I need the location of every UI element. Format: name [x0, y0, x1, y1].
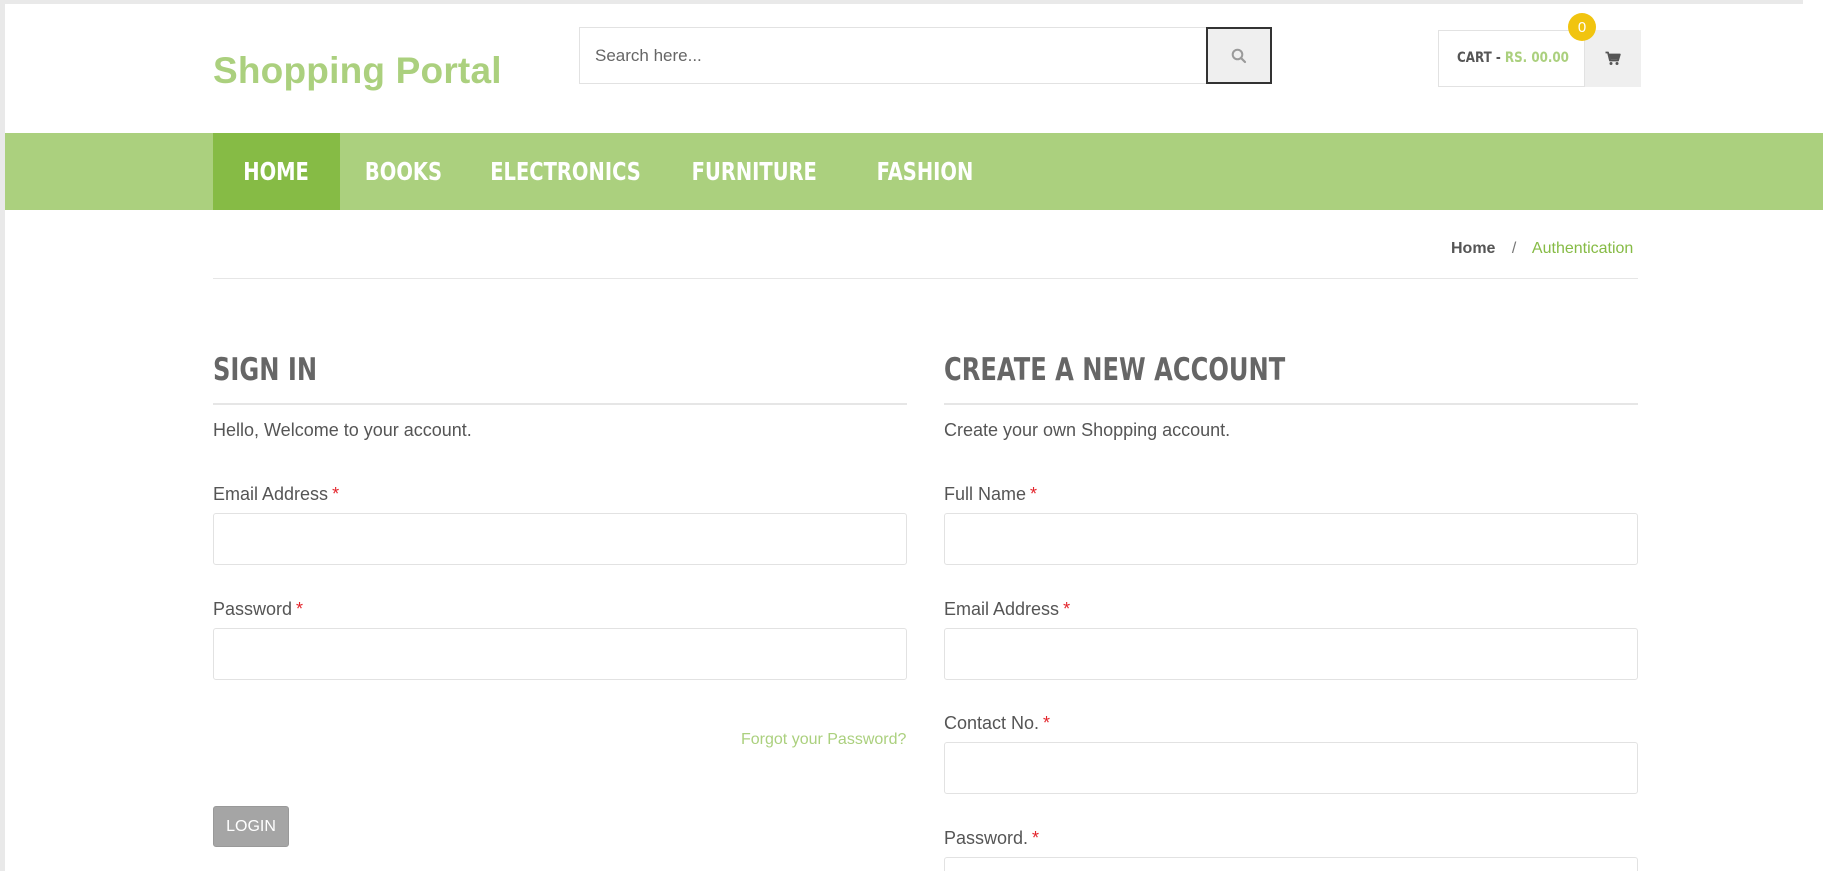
nav-item-furniture[interactable]: FURNITURE — [665, 133, 843, 210]
nav-item-label: ELECTRONICS — [490, 157, 642, 186]
register-fullname-field[interactable] — [944, 513, 1638, 565]
register-fullname-label: Full Name * — [944, 484, 1037, 505]
breadcrumb: Home / Authentication — [1451, 240, 1633, 258]
signin-email-label-text: Email Address — [213, 484, 329, 504]
signin-divider — [213, 403, 907, 405]
cart-amount: RS. 00.00 — [1504, 50, 1569, 66]
breadcrumb-home-link[interactable]: Home — [1451, 240, 1495, 257]
cart-label: CART - RS. 00.00 — [1457, 50, 1569, 66]
register-divider — [944, 403, 1638, 405]
register-contact-field[interactable] — [944, 742, 1638, 794]
breadcrumb-current: Authentication — [1531, 240, 1634, 257]
shopping-cart-icon — [1605, 51, 1621, 65]
forgot-password-link[interactable]: Forgot your Password? — [741, 731, 906, 749]
required-mark: * — [1063, 599, 1071, 619]
nav-item-books[interactable]: BOOKS — [340, 133, 467, 210]
register-subtitle: Create your own Shopping account. — [944, 420, 1231, 440]
nav-item-label: HOME — [243, 157, 310, 186]
left-border — [0, 0, 5, 871]
login-button[interactable]: LOGIN — [213, 806, 289, 847]
site-logo[interactable]: Shopping Portal — [213, 50, 502, 92]
register-contact-label: Contact No. * — [944, 713, 1050, 734]
nav-item-fashion[interactable]: FASHION — [843, 133, 1007, 210]
cart-label-text: CART - — [1457, 50, 1501, 66]
required-mark: * — [296, 599, 304, 619]
signin-email-field[interactable] — [213, 513, 907, 565]
signin-email-label: Email Address * — [213, 484, 339, 505]
required-mark: * — [332, 484, 340, 504]
nav-item-label: BOOKS — [364, 157, 443, 186]
nav-item-home[interactable]: HOME — [213, 133, 340, 210]
register-password-field[interactable] — [944, 857, 1638, 871]
nav-item-electronics[interactable]: ELECTRONICS — [467, 133, 665, 210]
register-email-label-text: Email Address — [944, 599, 1060, 619]
signin-title: SIGN IN — [213, 352, 318, 388]
register-contact-label-text: Contact No. — [944, 713, 1040, 733]
search-button[interactable] — [1206, 27, 1272, 84]
breadcrumb-divider — [213, 278, 1638, 279]
register-password-label-text: Password. — [944, 828, 1029, 848]
cart-button[interactable] — [1584, 30, 1641, 87]
register-fullname-label-text: Full Name — [944, 484, 1027, 504]
page-gutter — [1803, 0, 1823, 871]
required-mark: * — [1043, 713, 1051, 733]
nav-item-label: FURNITURE — [691, 157, 817, 186]
search-icon — [1231, 48, 1247, 63]
search-bar — [579, 27, 1272, 84]
required-mark: * — [1030, 484, 1038, 504]
register-email-field[interactable] — [944, 628, 1638, 680]
main-navigation: HOME BOOKS ELECTRONICS FURNITURE FASHION — [5, 133, 1823, 210]
nav-item-label: FASHION — [876, 157, 974, 186]
register-password-label: Password. * — [944, 828, 1039, 849]
breadcrumb-separator: / — [1511, 240, 1517, 257]
signin-password-label-text: Password — [213, 599, 293, 619]
cart-count-badge: 0 — [1568, 13, 1596, 41]
search-input[interactable] — [579, 27, 1206, 84]
cart-summary[interactable]: CART - RS. 00.00 — [1438, 30, 1641, 87]
register-email-label: Email Address * — [944, 599, 1070, 620]
top-border — [0, 0, 1823, 4]
signin-password-label: Password * — [213, 599, 303, 620]
signin-password-field[interactable] — [213, 628, 907, 680]
signin-subtitle: Hello, Welcome to your account. — [213, 420, 472, 440]
register-title: CREATE A NEW ACCOUNT — [944, 352, 1286, 388]
required-mark: * — [1032, 828, 1040, 848]
